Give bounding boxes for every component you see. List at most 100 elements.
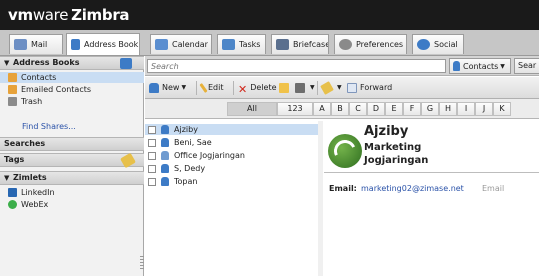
contact-name: S, Dedy xyxy=(174,164,206,173)
tab-preferences[interactable]: Preferences xyxy=(334,34,407,54)
search-input[interactable] xyxy=(147,59,446,73)
sidebar-resize-handle[interactable] xyxy=(140,256,144,270)
alpha-e[interactable]: E xyxy=(385,102,403,116)
logo-ware: ware xyxy=(32,6,69,24)
sidebar-item-webex[interactable]: WebEx xyxy=(0,199,144,210)
search-button[interactable]: Sear xyxy=(514,58,539,74)
tab-briefcase[interactable]: Briefcase xyxy=(271,34,329,54)
new-button-label: New xyxy=(162,83,180,92)
logo-app: Zimbra xyxy=(71,6,130,24)
alpha-g[interactable]: G xyxy=(421,102,439,116)
toolbar: New ▼ Edit ✕ Delete ▼ ▼ Forward xyxy=(145,77,539,99)
contact-name: Topan xyxy=(174,177,198,186)
social-icon xyxy=(417,39,430,50)
address-book-options-icon[interactable] xyxy=(120,58,132,69)
chevron-down-icon: ▼ xyxy=(337,84,342,91)
contact-row[interactable]: Office Jogjaringan xyxy=(145,150,323,161)
calendar-icon xyxy=(155,39,168,50)
alpha-all[interactable]: All xyxy=(227,102,277,116)
contacts-book-icon xyxy=(8,73,17,82)
contacts-icon xyxy=(453,61,460,71)
tasks-icon xyxy=(222,39,235,50)
alpha-j[interactable]: J xyxy=(475,102,493,116)
new-button[interactable]: New ▼ xyxy=(149,81,186,95)
tab-calendar[interactable]: Calendar xyxy=(150,34,212,54)
contact-checkbox[interactable] xyxy=(148,151,156,160)
group-icon xyxy=(161,151,169,160)
sidebar-item-linkedin[interactable]: LinkedIn xyxy=(0,187,144,198)
alpha-f[interactable]: F xyxy=(403,102,421,116)
alphabet-filter-bar: All 123 A B C D E F G H I J K xyxy=(145,99,539,119)
contact-avatar xyxy=(328,134,362,168)
emailed-contacts-icon xyxy=(8,85,17,94)
zimlets-header[interactable]: ▼ Zimlets xyxy=(0,171,144,185)
preferences-icon xyxy=(339,39,352,50)
zimlets-header-label: Zimlets xyxy=(13,173,47,182)
alpha-c[interactable]: C xyxy=(349,102,367,116)
contact-row[interactable]: Ajziby xyxy=(145,124,323,135)
alpha-b[interactable]: B xyxy=(331,102,349,116)
pencil-icon xyxy=(199,83,208,93)
logo-vm: vm xyxy=(8,6,33,24)
contact-checkbox[interactable] xyxy=(148,177,156,186)
list-scrollbar[interactable] xyxy=(318,121,323,276)
contact-row[interactable]: Topan xyxy=(145,176,323,187)
edit-button[interactable]: Edit xyxy=(199,81,224,95)
webex-icon xyxy=(8,200,17,209)
delete-button[interactable]: ✕ Delete xyxy=(238,81,277,96)
contact-detail-department: Marketing xyxy=(364,142,422,153)
print-button[interactable]: ▼ xyxy=(295,81,315,95)
contact-checkbox[interactable] xyxy=(148,125,156,134)
sidebar-item-emailed-contacts-label: Emailed Contacts xyxy=(21,85,92,94)
contact-row[interactable]: Beni, Sae xyxy=(145,137,323,148)
email-label: Email: xyxy=(329,184,357,193)
tags-header-label: Tags xyxy=(4,155,25,164)
address-books-header-label: Address Books xyxy=(13,58,80,67)
sidebar-item-trash[interactable]: Trash xyxy=(0,96,144,107)
tag-button[interactable]: ▼ xyxy=(320,81,342,95)
sidebar-item-contacts[interactable]: Contacts xyxy=(0,72,144,83)
contact-list: Ajziby Beni, Sae Office Jogjaringan S, D… xyxy=(145,121,323,276)
toolbar-divider xyxy=(317,81,318,95)
vmware-zimbra-logo[interactable]: vmware Zimbra xyxy=(8,6,130,24)
tab-address-book[interactable]: Address Book xyxy=(66,33,140,55)
forward-icon xyxy=(347,83,357,93)
alpha-a[interactable]: A xyxy=(313,102,331,116)
app-header: vmware Zimbra xyxy=(0,0,539,30)
person-icon xyxy=(161,177,169,186)
tag-icon xyxy=(320,81,334,95)
contact-checkbox[interactable] xyxy=(148,164,156,173)
search-scope-dropdown[interactable]: Contacts ▼ xyxy=(449,58,511,74)
email-type-label: Email xyxy=(482,184,505,193)
tab-calendar-label: Calendar xyxy=(172,40,208,49)
tab-mail[interactable]: Mail xyxy=(9,34,63,54)
alpha-k[interactable]: K xyxy=(493,102,511,116)
forward-button[interactable]: Forward xyxy=(347,81,392,95)
print-icon xyxy=(295,83,305,93)
tab-social-label: Social xyxy=(434,40,458,49)
contact-checkbox[interactable] xyxy=(148,138,156,147)
tab-preferences-label: Preferences xyxy=(356,40,404,49)
move-button[interactable] xyxy=(279,81,292,95)
contact-detail-pane: Ajziby Marketing Jogjaringan Email: mark… xyxy=(324,121,539,276)
tab-tasks[interactable]: Tasks xyxy=(217,34,266,54)
linkedin-icon xyxy=(8,188,17,197)
alpha-123[interactable]: 123 xyxy=(277,102,313,116)
folder-move-icon xyxy=(279,83,289,93)
alpha-h[interactable]: H xyxy=(439,102,457,116)
tab-social[interactable]: Social xyxy=(412,34,464,54)
delete-x-icon: ✕ xyxy=(238,83,248,96)
alpha-d[interactable]: D xyxy=(367,102,385,116)
find-shares-link[interactable]: Find Shares... xyxy=(22,122,76,131)
searches-header[interactable]: Searches xyxy=(0,137,144,151)
sidebar-item-webex-label: WebEx xyxy=(21,200,49,209)
searches-header-label: Searches xyxy=(4,139,46,148)
toolbar-divider xyxy=(233,81,234,95)
contact-row[interactable]: S, Dedy xyxy=(145,163,323,174)
forward-button-label: Forward xyxy=(360,83,393,92)
sidebar-item-emailed-contacts[interactable]: Emailed Contacts xyxy=(0,84,144,95)
alpha-i[interactable]: I xyxy=(457,102,475,116)
contact-detail-company: Jogjaringan xyxy=(364,155,429,166)
email-link[interactable]: marketing02@zimase.net xyxy=(361,184,464,193)
avatar-logo-icon xyxy=(330,136,360,166)
